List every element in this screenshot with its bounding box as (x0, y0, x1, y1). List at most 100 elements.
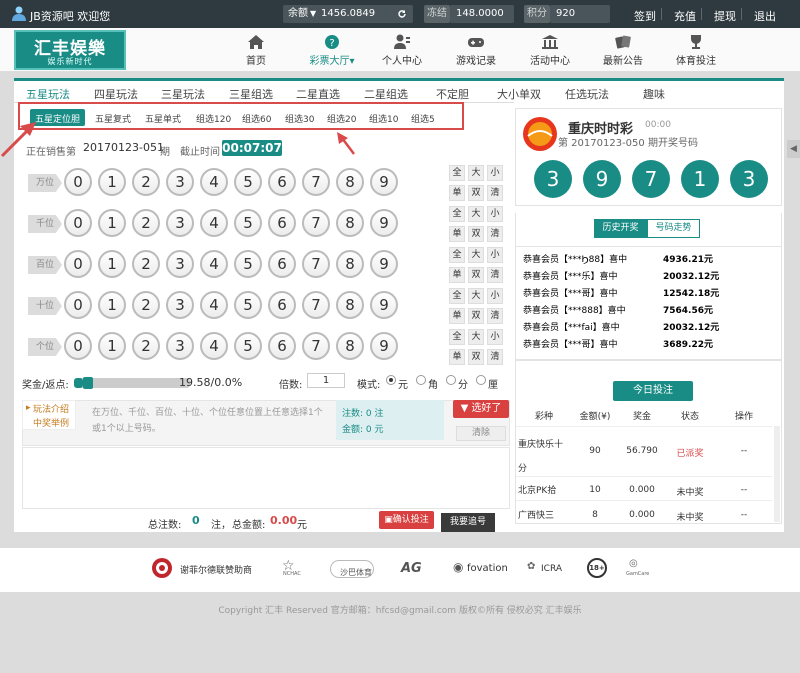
digit-ball[interactable]: 4 (200, 291, 228, 319)
tab-fun[interactable]: 趣味 (643, 86, 665, 102)
digit-ball[interactable]: 2 (132, 332, 160, 360)
quick-select-button[interactable]: 单 (449, 267, 465, 283)
subtab-group20[interactable]: 组选20 (327, 112, 356, 125)
quick-select-button[interactable]: 清 (487, 226, 503, 242)
deposit-link[interactable]: 充值 (674, 8, 696, 24)
quick-select-button[interactable]: 单 (449, 349, 465, 365)
digit-ball[interactable]: 6 (268, 332, 296, 360)
digit-ball[interactable]: 2 (132, 209, 160, 237)
site-logo[interactable]: 汇丰娱樂 娱乐新时代 (14, 30, 126, 70)
digit-ball[interactable]: 1 (98, 332, 126, 360)
win-example-link[interactable]: 中奖举例 (33, 416, 69, 429)
digit-ball[interactable]: 5 (234, 291, 262, 319)
nav-home[interactable]: 首页 (226, 34, 286, 67)
mode-radio[interactable] (476, 375, 486, 385)
digit-ball[interactable]: 8 (336, 168, 364, 196)
tab-history-draws[interactable]: 历史开奖 (594, 219, 647, 238)
play-intro-link[interactable]: 玩法介绍 (33, 402, 69, 415)
digit-ball[interactable]: 0 (64, 209, 92, 237)
mode-radio[interactable] (416, 375, 426, 385)
quick-select-button[interactable]: 大 (468, 288, 484, 304)
quick-select-button[interactable]: 小 (487, 165, 503, 181)
digit-ball[interactable]: 7 (302, 291, 330, 319)
quick-select-button[interactable]: 单 (449, 308, 465, 324)
digit-ball[interactable]: 6 (268, 291, 296, 319)
tab-optional[interactable]: 任选玩法 (565, 86, 609, 102)
digit-ball[interactable]: 5 (234, 332, 262, 360)
quick-select-button[interactable]: 全 (449, 206, 465, 222)
digit-ball[interactable]: 1 (98, 168, 126, 196)
digit-ball[interactable]: 8 (336, 209, 364, 237)
digit-ball[interactable]: 2 (132, 168, 160, 196)
digit-ball[interactable]: 7 (302, 209, 330, 237)
nav-game-records[interactable]: 游戏记录 (446, 34, 506, 67)
refresh-icon[interactable] (397, 9, 407, 19)
quick-select-button[interactable]: 单 (449, 226, 465, 242)
digit-ball[interactable]: 6 (268, 250, 296, 278)
tab-three-star[interactable]: 三星玩法 (161, 86, 205, 102)
mode-radio[interactable] (446, 375, 456, 385)
quick-select-button[interactable]: 双 (468, 308, 484, 324)
digit-ball[interactable]: 7 (302, 250, 330, 278)
quick-select-button[interactable]: 全 (449, 247, 465, 263)
digit-ball[interactable]: 3 (166, 291, 194, 319)
chevron-down-icon[interactable]: ▼ (310, 5, 316, 23)
digit-ball[interactable]: 8 (336, 291, 364, 319)
digit-ball[interactable]: 2 (132, 291, 160, 319)
digit-ball[interactable]: 8 (336, 250, 364, 278)
tab-no-fixed[interactable]: 不定胆 (436, 86, 469, 102)
quick-select-button[interactable]: 大 (468, 165, 484, 181)
quick-select-button[interactable]: 小 (487, 247, 503, 263)
digit-ball[interactable]: 3 (166, 209, 194, 237)
subtab-group30[interactable]: 组选30 (285, 112, 314, 125)
digit-ball[interactable]: 8 (336, 332, 364, 360)
nav-user-center[interactable]: 个人中心 (372, 34, 432, 67)
nav-activity-center[interactable]: 活动中心 (520, 34, 580, 67)
digit-ball[interactable]: 7 (302, 332, 330, 360)
logout-link[interactable]: 退出 (754, 8, 776, 24)
subtab-group10[interactable]: 组选10 (369, 112, 398, 125)
digit-ball[interactable]: 6 (268, 168, 296, 196)
digit-ball[interactable]: 0 (64, 332, 92, 360)
digit-ball[interactable]: 3 (166, 168, 194, 196)
tab-big-small-odd-even[interactable]: 大小单双 (497, 86, 541, 102)
tab-four-star[interactable]: 四星玩法 (94, 86, 138, 102)
digit-ball[interactable]: 0 (64, 168, 92, 196)
digit-ball[interactable]: 1 (98, 209, 126, 237)
select-done-button[interactable]: ▼ 选好了 (453, 400, 509, 418)
subtab-group5[interactable]: 组选5 (411, 112, 435, 125)
digit-ball[interactable]: 0 (64, 291, 92, 319)
digit-ball[interactable]: 4 (200, 209, 228, 237)
clear-button[interactable]: 清除 (456, 426, 506, 441)
digit-ball[interactable]: 1 (98, 291, 126, 319)
quick-select-button[interactable]: 清 (487, 185, 503, 201)
multiple-input[interactable]: 1 (307, 373, 345, 388)
digit-ball[interactable]: 3 (166, 250, 194, 278)
quick-select-button[interactable]: 小 (487, 288, 503, 304)
withdraw-link[interactable]: 提现 (714, 8, 736, 24)
checkin-link[interactable]: 签到 (634, 8, 656, 24)
today-bets-title[interactable]: 今日投注 (613, 381, 693, 401)
digit-ball[interactable]: 0 (64, 250, 92, 278)
quick-select-button[interactable]: 单 (449, 185, 465, 201)
quick-select-button[interactable]: 全 (449, 165, 465, 181)
digit-ball[interactable]: 4 (200, 168, 228, 196)
rebate-slider[interactable] (74, 377, 190, 389)
digit-ball[interactable]: 5 (234, 250, 262, 278)
tab-three-star-group[interactable]: 三星组选 (229, 86, 273, 102)
quick-select-button[interactable]: 大 (468, 329, 484, 345)
quick-select-button[interactable]: 清 (487, 308, 503, 324)
nav-lottery-hall[interactable]: ? 彩票大厅▾ (302, 34, 362, 67)
quick-select-button[interactable]: 小 (487, 206, 503, 222)
quick-select-button[interactable]: 双 (468, 185, 484, 201)
subtab-five-star-compound[interactable]: 五星复式 (95, 112, 131, 125)
digit-ball[interactable]: 9 (370, 250, 398, 278)
quick-select-button[interactable]: 双 (468, 267, 484, 283)
quick-select-button[interactable]: 大 (468, 206, 484, 222)
chase-number-button[interactable]: 我要追号 (441, 513, 495, 532)
digit-ball[interactable]: 4 (200, 332, 228, 360)
quick-select-button[interactable]: 全 (449, 329, 465, 345)
quick-select-button[interactable]: 全 (449, 288, 465, 304)
digit-ball[interactable]: 9 (370, 168, 398, 196)
digit-ball[interactable]: 4 (200, 250, 228, 278)
